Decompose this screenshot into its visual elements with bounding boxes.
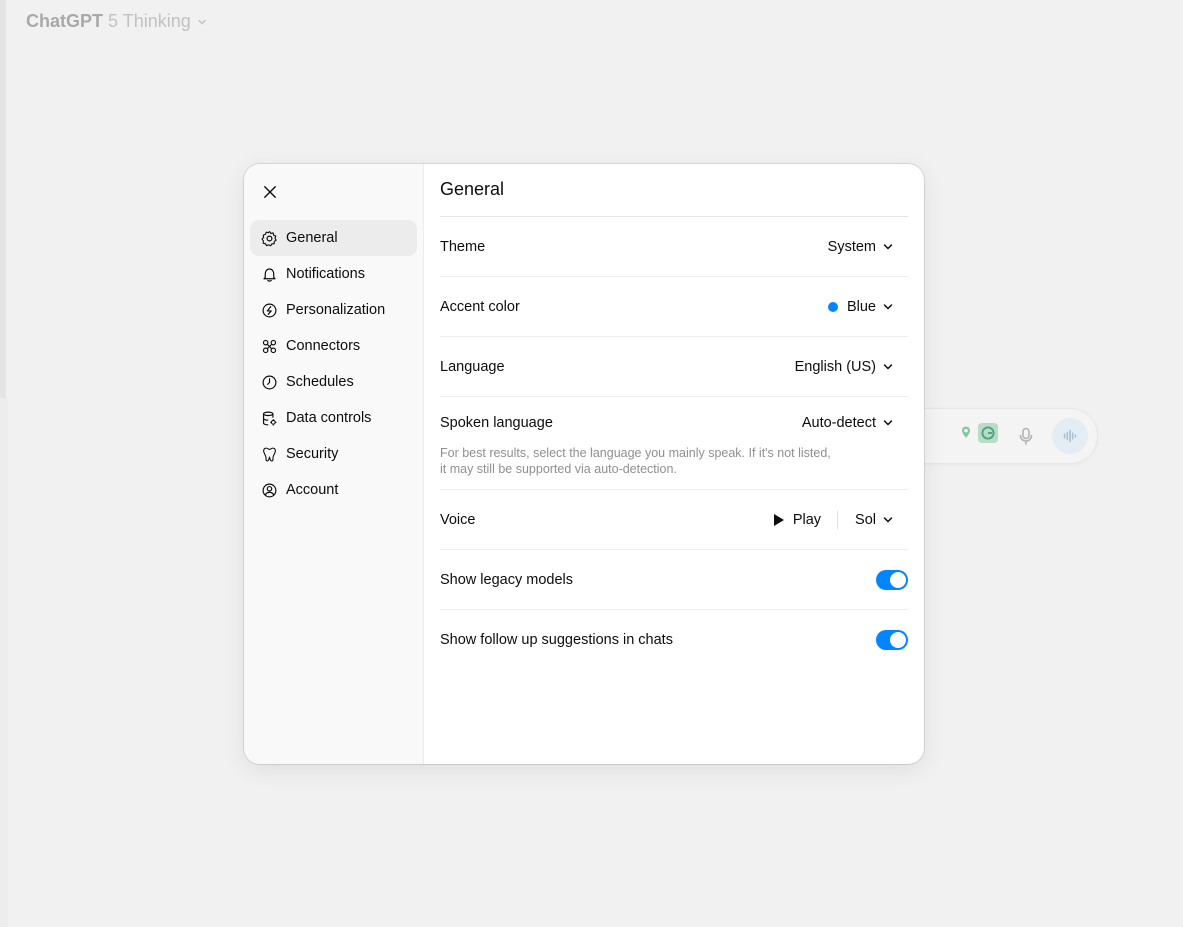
follow-up-label: Show follow up suggestions in chats <box>440 631 673 648</box>
microphone-icon[interactable] <box>1016 426 1036 446</box>
chevron-down-icon <box>883 243 893 250</box>
follow-up-toggle[interactable] <box>876 629 908 650</box>
nav-item-schedules[interactable]: Schedules <box>250 364 417 400</box>
account-icon <box>262 483 277 497</box>
composer-extensions <box>956 423 1000 443</box>
settings-nav: General Notifications Personalization Co… <box>250 220 417 508</box>
connectors-icon <box>262 339 277 353</box>
voice-controls: Play Sol <box>773 510 894 529</box>
nav-item-security[interactable]: Security <box>250 436 417 472</box>
spoken-language-helper: For best results, select the language yo… <box>440 445 850 477</box>
nav-item-account[interactable]: Account <box>250 472 417 508</box>
follow-up-row: Show follow up suggestions in chats <box>440 610 908 669</box>
theme-row: Theme System <box>440 217 908 277</box>
chevron-down-icon <box>883 420 893 426</box>
language-row: Language English (US) <box>440 337 908 397</box>
chevron-down-icon <box>883 516 893 523</box>
nav-label: Schedules <box>286 374 354 390</box>
accent-color-row: Accent color Blue <box>440 277 908 337</box>
settings-sidebar: General Notifications Personalization Co… <box>244 164 424 764</box>
settings-dialog: General Notifications Personalization Co… <box>244 164 924 764</box>
nav-label: Security <box>286 446 339 462</box>
spoken-language-value: Auto-detect <box>801 415 876 431</box>
nav-item-data-controls[interactable]: Data controls <box>250 400 417 436</box>
nav-label: Data controls <box>286 410 372 426</box>
nav-label: Account <box>286 482 339 498</box>
nav-label: Notifications <box>286 266 365 282</box>
model-name: 5 Thinking <box>108 11 191 31</box>
voice-value: Sol <box>855 511 876 528</box>
close-icon <box>264 186 276 198</box>
theme-select[interactable]: System <box>828 239 894 255</box>
nav-item-personalization[interactable]: Personalization <box>250 292 417 328</box>
nav-label: General <box>286 230 338 246</box>
security-icon <box>263 447 276 461</box>
clock-icon <box>262 375 277 389</box>
nav-item-connectors[interactable]: Connectors <box>250 328 417 364</box>
language-select[interactable]: English (US) <box>795 359 894 375</box>
legacy-models-label: Show legacy models <box>440 571 573 588</box>
grammar-extension-icon[interactable] <box>978 423 998 443</box>
voice-mode-button[interactable] <box>1052 418 1088 454</box>
play-label: Play <box>792 511 822 528</box>
sidebar-rail <box>0 0 6 398</box>
nav-label: Connectors <box>286 338 361 354</box>
bell-icon <box>263 267 276 282</box>
accent-color-select[interactable]: Blue <box>827 298 894 315</box>
helper-text: For best results, select the language yo… <box>440 446 831 460</box>
accent-color-value: Blue <box>846 298 876 315</box>
play-voice-button[interactable]: Play <box>773 510 839 529</box>
helper-text: it may still be supported via auto-detec… <box>440 462 677 476</box>
legacy-models-row: Show legacy models <box>440 550 908 610</box>
sidebar-rail-lower <box>0 398 8 927</box>
theme-value: System <box>827 238 876 255</box>
app-title: ChatGPT <box>26 11 104 31</box>
voice-select[interactable]: Sol <box>838 512 894 528</box>
database-gear-icon <box>262 411 277 425</box>
nav-label: Personalization <box>286 302 386 318</box>
nav-item-general[interactable]: General <box>250 220 417 256</box>
close-button[interactable] <box>258 180 282 204</box>
waveform-icon <box>1063 429 1077 443</box>
nav-item-notifications[interactable]: Notifications <box>250 256 417 292</box>
personalization-icon <box>262 303 277 317</box>
voice-row: Voice Play Sol <box>440 490 908 550</box>
gear-icon <box>261 230 277 246</box>
composer <box>900 408 1098 464</box>
legacy-models-toggle[interactable] <box>876 569 908 590</box>
play-icon <box>773 513 784 526</box>
language-value: English (US) <box>794 358 876 375</box>
chevron-down-icon <box>883 303 893 310</box>
language-label: Language <box>440 358 505 375</box>
accent-color-swatch <box>827 301 838 312</box>
chevron-down-icon <box>198 19 206 25</box>
accent-color-label: Accent color <box>440 298 520 315</box>
chevron-down-icon <box>883 363 893 370</box>
voice-label: Voice <box>440 511 476 528</box>
spoken-language-select[interactable]: Auto-detect <box>802 415 894 431</box>
map-pin-icon[interactable] <box>956 423 976 443</box>
spoken-language-row: Spoken language Auto-detect <box>440 397 908 449</box>
model-selector[interactable]: ChatGPT 5 Thinking <box>26 11 208 32</box>
theme-label: Theme <box>440 238 486 255</box>
spoken-language-label: Spoken language <box>440 415 553 431</box>
page-title: General <box>440 179 505 199</box>
